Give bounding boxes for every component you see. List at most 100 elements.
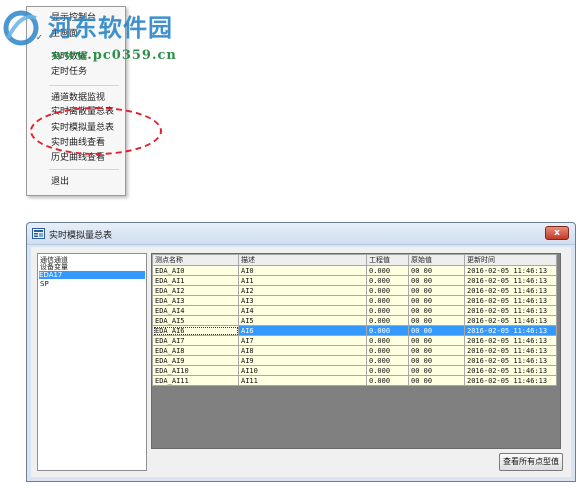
highlight-annotation (30, 107, 162, 155)
cell-description: AI9 (238, 355, 367, 366)
cell-description: AI3 (238, 295, 367, 306)
cell-raw-value: 00 00 (408, 365, 465, 376)
cell-update-time: 2016-02-05 11:46:13 (464, 315, 557, 326)
cell-point-name: EDA_AI4 (152, 305, 239, 316)
tree-item-selected[interactable]: EDA17 (39, 271, 145, 279)
cell-engineering-value: 0.000 (366, 345, 409, 356)
cell-engineering-value: 0.000 (366, 265, 409, 276)
cell-engineering-value: 0.000 (366, 275, 409, 286)
table-row[interactable]: EDA_AI3 AI3 0.000 00 00 2016-02-05 11:46:13 (152, 295, 557, 306)
menu-item-scheduled-tasks[interactable]: 定时任务 (51, 67, 87, 78)
table-row[interactable]: EDA_AI11 AI11 0.000 00 00 2016-02-05 11:46:1… (152, 375, 557, 386)
cell-point-name: EDA_AI11 (152, 375, 239, 386)
menu-separator (49, 85, 119, 86)
cell-engineering-value: 0.000 (366, 315, 409, 326)
cell-point-name: EDA_AI8 (152, 345, 239, 356)
watermark-title: 河东软件园 (48, 13, 173, 42)
cell-description: AI11 (238, 375, 367, 386)
table-row[interactable]: EDA_AI5 AI5 0.000 00 00 2016-02-05 11:46:13 (152, 315, 557, 326)
cell-point-name: EDA_AI10 (152, 365, 239, 376)
cell-description: AI7 (238, 335, 367, 346)
cell-engineering-value: 0.000 (366, 295, 409, 306)
column-header-description[interactable]: 描述 (238, 254, 367, 266)
cell-engineering-value: 0.000 (366, 285, 409, 296)
cell-update-time: 2016-02-05 11:46:13 (464, 285, 557, 296)
watermark-logo-icon (3, 10, 39, 46)
cell-engineering-value: 0.000 (366, 335, 409, 346)
analog-table: 测点名称 描述 工程值 原始值 更新时间 EDA_AI0 AI0 0.000 00 0… (152, 254, 557, 386)
cell-point-name: EDA_AI7 (152, 335, 239, 346)
tree-item[interactable]: 设备变量 (40, 263, 68, 271)
cell-description: AI2 (238, 285, 367, 296)
close-button[interactable]: x (545, 226, 569, 240)
cell-raw-value: 00 00 (408, 305, 465, 316)
data-grid[interactable]: 测点名称 描述 工程值 原始值 更新时间 EDA_AI0 AI0 0.000 00 0… (151, 253, 561, 449)
analog-table-window: 实时模拟量总表 x 通信通道 设备变量 EDA17 SP 测点名称 描述 工程值… (26, 222, 576, 482)
table-row[interactable]: EDA_AI10 AI10 0.000 00 00 2016-02-05 11:46:1… (152, 365, 557, 376)
cell-update-time: 2016-02-05 11:46:13 (464, 355, 557, 366)
title-bar[interactable]: 实时模拟量总表 x (27, 223, 575, 245)
device-tree[interactable]: 通信通道 设备变量 EDA17 SP (37, 253, 147, 471)
cell-point-name: EDA_AI6 (152, 325, 239, 336)
cell-engineering-value: 0.000 (366, 375, 409, 386)
table-row[interactable]: EDA_AI6 AI6 0.000 00 00 2016-02-05 11:46:13 (152, 325, 557, 336)
cell-update-time: 2016-02-05 11:46:13 (464, 265, 557, 276)
cell-description: AI8 (238, 345, 367, 356)
table-header-row: 测点名称 描述 工程值 原始值 更新时间 (152, 254, 557, 266)
cell-raw-value: 00 00 (408, 355, 465, 366)
cell-description: AI10 (238, 365, 367, 376)
column-header-point-name[interactable]: 测点名称 (152, 254, 239, 266)
cell-point-name: EDA_AI9 (152, 355, 239, 366)
window-title: 实时模拟量总表 (49, 231, 113, 241)
cell-description: AI5 (238, 315, 367, 326)
cell-raw-value: 00 00 (408, 315, 465, 326)
cell-update-time: 2016-02-05 11:46:13 (464, 295, 557, 306)
cell-update-time: 2016-02-05 11:46:13 (464, 335, 557, 346)
cell-point-name: EDA_AI0 (152, 265, 239, 276)
cell-update-time: 2016-02-05 11:46:13 (464, 375, 557, 386)
cell-description: AI1 (238, 275, 367, 286)
cell-raw-value: 00 00 (408, 265, 465, 276)
cell-raw-value: 00 00 (408, 335, 465, 346)
column-header-engineering-value[interactable]: 工程值 (366, 254, 409, 266)
cell-update-time: 2016-02-05 11:46:13 (464, 325, 557, 336)
cell-point-name: EDA_AI3 (152, 295, 239, 306)
table-row[interactable]: EDA_AI2 AI2 0.000 00 00 2016-02-05 11:46:13 (152, 285, 557, 296)
menu-item-channel-monitor[interactable]: 通道数据监视 (51, 93, 105, 104)
menu-item-exit[interactable]: 退出 (51, 177, 69, 188)
cell-update-time: 2016-02-05 11:46:13 (464, 275, 557, 286)
cell-engineering-value: 0.000 (366, 355, 409, 366)
cell-raw-value: 00 00 (408, 345, 465, 356)
tree-item[interactable]: SP (40, 280, 49, 288)
watermark-url: www.pc0359.cn (52, 48, 177, 63)
cell-point-name: EDA_AI5 (152, 315, 239, 326)
table-row[interactable]: EDA_AI7 AI7 0.000 00 00 2016-02-05 11:46:13 (152, 335, 557, 346)
window-client-area: 通信通道 设备变量 EDA17 SP 测点名称 描述 工程值 原始值 更新时间 (31, 247, 571, 477)
cell-point-name: EDA_AI1 (152, 275, 239, 286)
cell-engineering-value: 0.000 (366, 325, 409, 336)
cell-raw-value: 00 00 (408, 325, 465, 336)
cell-raw-value: 00 00 (408, 275, 465, 286)
cell-description: AI4 (238, 305, 367, 316)
column-header-raw-value[interactable]: 原始值 (408, 254, 465, 266)
column-header-update-time[interactable]: 更新时间 (464, 254, 557, 266)
cell-engineering-value: 0.000 (366, 305, 409, 316)
app-icon (32, 228, 45, 239)
table-row[interactable]: EDA_AI1 AI1 0.000 00 00 2016-02-05 11:46:13 (152, 275, 557, 286)
table-row[interactable]: EDA_AI4 AI4 0.000 00 00 2016-02-05 11:46:13 (152, 305, 557, 316)
cell-raw-value: 00 00 (408, 285, 465, 296)
cell-raw-value: 00 00 (408, 295, 465, 306)
menu-separator (49, 169, 119, 170)
cell-description: AI0 (238, 265, 367, 276)
cell-update-time: 2016-02-05 11:46:13 (464, 345, 557, 356)
table-row[interactable]: EDA_AI0 AI0 0.000 00 00 2016-02-05 11:46:13 (152, 265, 557, 276)
view-all-values-button[interactable]: 查看所有点型值 (499, 453, 563, 471)
table-row[interactable]: EDA_AI8 AI8 0.000 00 00 2016-02-05 11:46:13 (152, 345, 557, 356)
cell-point-name: EDA_AI2 (152, 285, 239, 296)
cell-update-time: 2016-02-05 11:46:13 (464, 365, 557, 376)
table-row[interactable]: EDA_AI9 AI9 0.000 00 00 2016-02-05 11:46:13 (152, 355, 557, 366)
cell-raw-value: 00 00 (408, 375, 465, 386)
cell-update-time: 2016-02-05 11:46:13 (464, 305, 557, 316)
cell-engineering-value: 0.000 (366, 365, 409, 376)
cell-description: AI6 (238, 325, 367, 336)
